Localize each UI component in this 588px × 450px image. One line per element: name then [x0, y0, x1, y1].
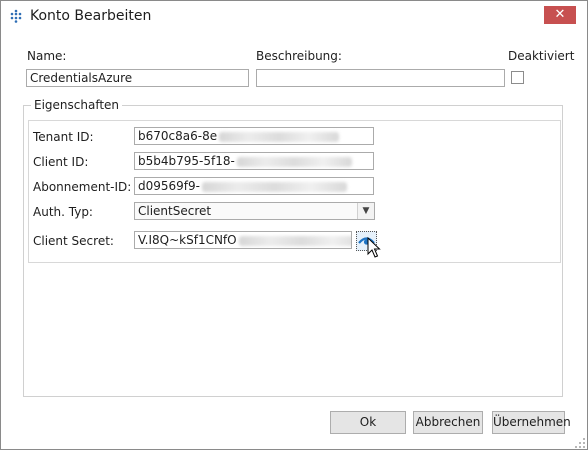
name-input[interactable]: CredentialsAzure: [26, 69, 249, 87]
client-id-input[interactable]: b5b4b795-5f18-: [134, 152, 374, 170]
disabled-checkbox[interactable]: [511, 71, 524, 84]
client-id-value: b5b4b795-5f18-: [138, 154, 235, 168]
client-id-label: Client ID:: [33, 155, 89, 169]
cancel-button[interactable]: Abbrechen: [413, 411, 483, 434]
redacted-text: [219, 131, 340, 142]
client-secret-input[interactable]: V.I8Q~kSf1CNfO: [134, 231, 352, 249]
subscription-id-value: d09569f9-: [138, 179, 200, 193]
mouse-pointer-icon: [367, 237, 381, 258]
close-button[interactable]: ✕: [544, 6, 576, 24]
client-secret-value: V.I8Q~kSf1CNfO: [138, 233, 237, 247]
disabled-label: Deaktiviert: [508, 49, 575, 63]
redacted-text: [238, 235, 351, 246]
subscription-id-input[interactable]: d09569f9-: [134, 177, 374, 195]
description-label: Beschreibung:: [256, 49, 342, 63]
grid-dots-icon: [10, 9, 22, 23]
client-secret-label: Client Secret:: [33, 234, 114, 248]
description-input[interactable]: [256, 69, 505, 87]
subscription-id-label: Abonnement-ID:: [33, 180, 132, 194]
tenant-id-input[interactable]: b670c8a6-8e: [134, 127, 374, 145]
redacted-text: [236, 156, 352, 167]
chevron-down-icon[interactable]: ▼: [357, 203, 374, 219]
name-label: Name:: [27, 49, 67, 63]
dialog-window: Konto Bearbeiten ✕ Name: CredentialsAzur…: [0, 0, 588, 450]
auth-type-value: ClientSecret: [138, 204, 212, 218]
auth-type-label: Auth. Typ:: [33, 205, 93, 219]
window-title: Konto Bearbeiten: [30, 8, 152, 24]
apply-button[interactable]: Übernehmen: [492, 411, 571, 434]
auth-type-select[interactable]: ClientSecret ▼: [134, 202, 375, 220]
properties-group-title: Eigenschaften: [31, 98, 123, 112]
title-bar[interactable]: Konto Bearbeiten ✕: [1, 1, 587, 31]
tenant-id-label: Tenant ID:: [33, 130, 94, 144]
ok-button[interactable]: Ok: [330, 411, 406, 434]
tenant-id-value: b670c8a6-8e: [138, 129, 218, 143]
resize-grip-icon[interactable]: [574, 437, 586, 449]
redacted-text: [201, 181, 347, 192]
